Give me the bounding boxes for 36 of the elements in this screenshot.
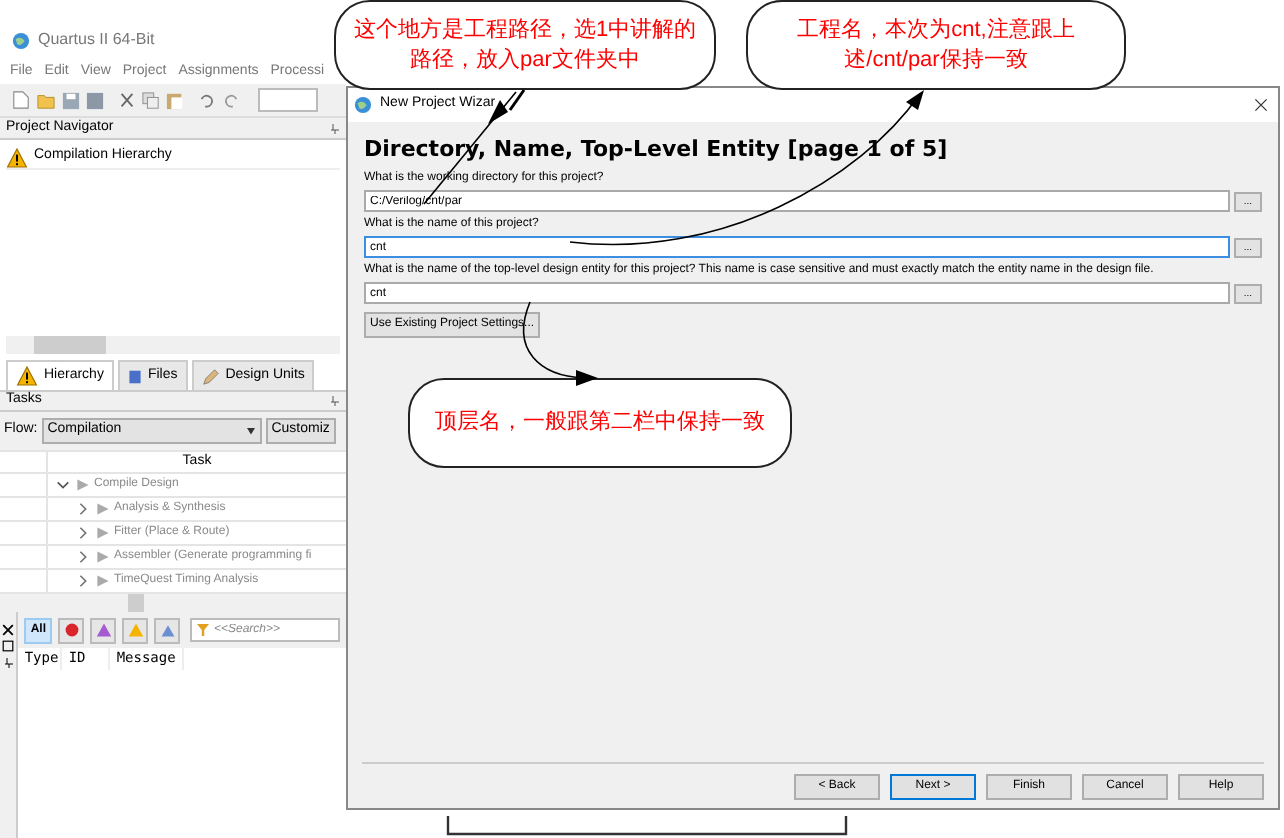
new-file-icon bbox=[12, 90, 30, 110]
window-title: Quartus II 64-Bit bbox=[38, 28, 155, 52]
save-icon bbox=[62, 91, 80, 109]
pin-icon bbox=[330, 394, 340, 408]
callout-bubble: 这个地方是工程路径，选1中讲解的路径，放入par文件夹中 bbox=[334, 0, 716, 90]
suppress-filter-icon bbox=[159, 622, 175, 638]
chevron-right-icon[interactable] bbox=[76, 574, 92, 588]
warning-icon bbox=[6, 147, 28, 167]
float-icon bbox=[2, 640, 15, 652]
callout-bubble: 顶层名，一般跟第二栏中保持一致 bbox=[408, 378, 792, 468]
paste-icon bbox=[166, 91, 184, 109]
warning-icon bbox=[16, 366, 38, 386]
chevron-down-icon[interactable] bbox=[56, 478, 72, 492]
filter-icon bbox=[196, 624, 210, 636]
close-icon bbox=[2, 624, 15, 636]
file-icon bbox=[127, 367, 142, 385]
globe-icon bbox=[354, 96, 372, 114]
chevron-right-icon[interactable] bbox=[76, 526, 92, 540]
undo-icon bbox=[198, 91, 216, 109]
close-icon bbox=[1254, 98, 1268, 112]
critical-warning-icon bbox=[95, 622, 111, 638]
callout-bubble: 工程名，本次为cnt,注意跟上述/cnt/par保持一致 bbox=[746, 0, 1126, 90]
cut-icon bbox=[118, 91, 136, 109]
pin-icon bbox=[3, 656, 14, 670]
pin-icon bbox=[330, 121, 340, 135]
dropdown-arrow-icon bbox=[245, 427, 256, 435]
redo-icon bbox=[222, 91, 240, 109]
chevron-right-icon[interactable] bbox=[76, 550, 92, 564]
save-all-icon bbox=[86, 91, 104, 109]
error-filter-icon bbox=[63, 622, 79, 638]
warning-filter-icon bbox=[127, 622, 143, 638]
folder-icon bbox=[36, 91, 56, 109]
globe-icon bbox=[12, 31, 30, 49]
chevron-right-icon[interactable] bbox=[76, 502, 92, 516]
copy-icon bbox=[142, 91, 160, 109]
pencil-icon bbox=[201, 367, 220, 385]
